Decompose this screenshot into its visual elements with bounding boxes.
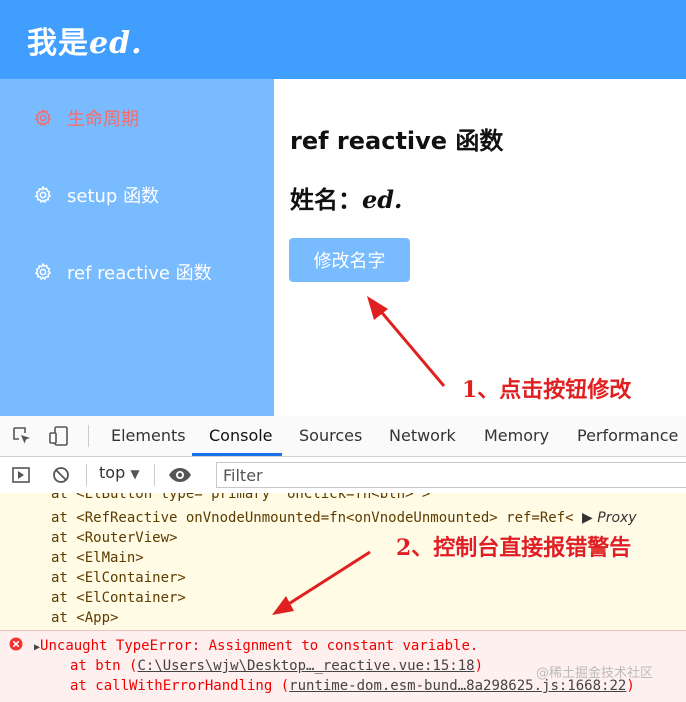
clear-console-icon[interactable]	[51, 465, 71, 485]
toolbar-divider	[86, 464, 87, 486]
main-content: ref reactive 函数 姓名：ed. 修改名字	[274, 79, 686, 417]
stack-function: at callWithErrorHandling (	[70, 678, 290, 694]
brand-logo[interactable]: 我是ed.	[27, 18, 143, 62]
warning-stack-line: at <ElContainer>	[51, 570, 186, 586]
page-title: ref reactive 函数	[290, 127, 504, 155]
warning-stack-line: at <ElContainer>	[51, 590, 186, 606]
tab-performance[interactable]: Performance	[577, 426, 678, 445]
error-summary[interactable]: ▶Uncaught TypeError: Assignment to const…	[34, 638, 478, 654]
error-icon	[9, 637, 23, 651]
tab-console[interactable]: Console	[209, 426, 273, 445]
context-selector[interactable]: top ▼	[99, 463, 140, 482]
gear-icon	[34, 185, 52, 204]
eye-icon[interactable]	[168, 466, 192, 484]
name-label: 姓名：	[290, 186, 362, 214]
source-link[interactable]: C:\Users\wjw\Desktop…_reactive.vue:15:18	[137, 658, 474, 674]
annotation-step2: 2、控制台直接报错警告	[396, 535, 632, 561]
sidebar-item-setup[interactable]: setup 函数	[33, 180, 159, 210]
console-toolbar: top ▼ Filter	[0, 457, 686, 494]
filter-input[interactable]: Filter	[216, 462, 686, 488]
warning-stack-line: at <RouterView>	[51, 530, 178, 546]
device-toolbar-icon[interactable]	[48, 425, 70, 447]
annotation-step1: 1、点击按钮修改	[462, 377, 632, 403]
sidebar-toggle-icon[interactable]	[11, 465, 31, 485]
error-stack-line: at btn (C:\Users\wjw\Desktop…_reactive.v…	[70, 658, 483, 674]
sidebar-item-label: 生命周期	[67, 109, 139, 130]
change-name-button[interactable]: 修改名字	[289, 238, 410, 282]
error-text: Uncaught TypeError: Assignment to consta…	[40, 638, 479, 654]
gear-icon	[34, 262, 52, 281]
stack-function: at btn (	[70, 658, 138, 674]
tab-network[interactable]: Network	[389, 426, 456, 445]
warning-stack-text: at <RefReactive onVnodeUnmounted=fn<onVn…	[51, 510, 574, 526]
brand-italic: ed.	[89, 26, 143, 61]
sidebar-item-label: ref reactive 函数	[67, 263, 212, 284]
proxy-label: Proxy	[597, 510, 637, 526]
proxy-expander[interactable]: ▶ Proxy	[582, 510, 637, 526]
name-display: 姓名：ed.	[290, 180, 402, 215]
tab-memory[interactable]: Memory	[484, 426, 549, 445]
gear-icon	[34, 108, 52, 127]
brand-text: 我是	[27, 26, 89, 61]
tab-elements[interactable]: Elements	[111, 426, 186, 445]
sidebar: 生命周期 setup 函数 ref reactive 函数	[0, 79, 274, 417]
name-value: ed.	[362, 185, 403, 214]
stack-close: )	[474, 658, 484, 674]
warning-stack-line: at <RefReactive onVnodeUnmounted=fn<onVn…	[51, 510, 637, 526]
app-header: 我是ed.	[0, 0, 686, 79]
devtools-tabbar: Elements Console Sources Network Memory …	[0, 416, 686, 457]
sidebar-item-ref-reactive[interactable]: ref reactive 函数	[33, 257, 212, 287]
triangle-down-icon: ▼	[130, 467, 140, 481]
tab-sources[interactable]: Sources	[299, 426, 362, 445]
context-value: top	[99, 463, 126, 482]
warning-stack-line: at <ElMain>	[51, 550, 144, 566]
toolbar-divider	[88, 425, 89, 447]
active-tab-indicator	[192, 453, 282, 456]
sidebar-item-label: setup 函数	[67, 186, 160, 207]
filter-placeholder: Filter	[223, 466, 263, 485]
toolbar-divider	[154, 464, 155, 486]
warning-stack-line: at <App>	[51, 610, 119, 626]
inspect-element-icon[interactable]	[12, 426, 32, 446]
watermark: @稀土掘金技术社区	[536, 666, 654, 681]
warning-stack-line: at <ElButton type="primary" onClick=fn<b…	[51, 493, 431, 502]
sidebar-item-lifecycle[interactable]: 生命周期	[33, 103, 139, 133]
